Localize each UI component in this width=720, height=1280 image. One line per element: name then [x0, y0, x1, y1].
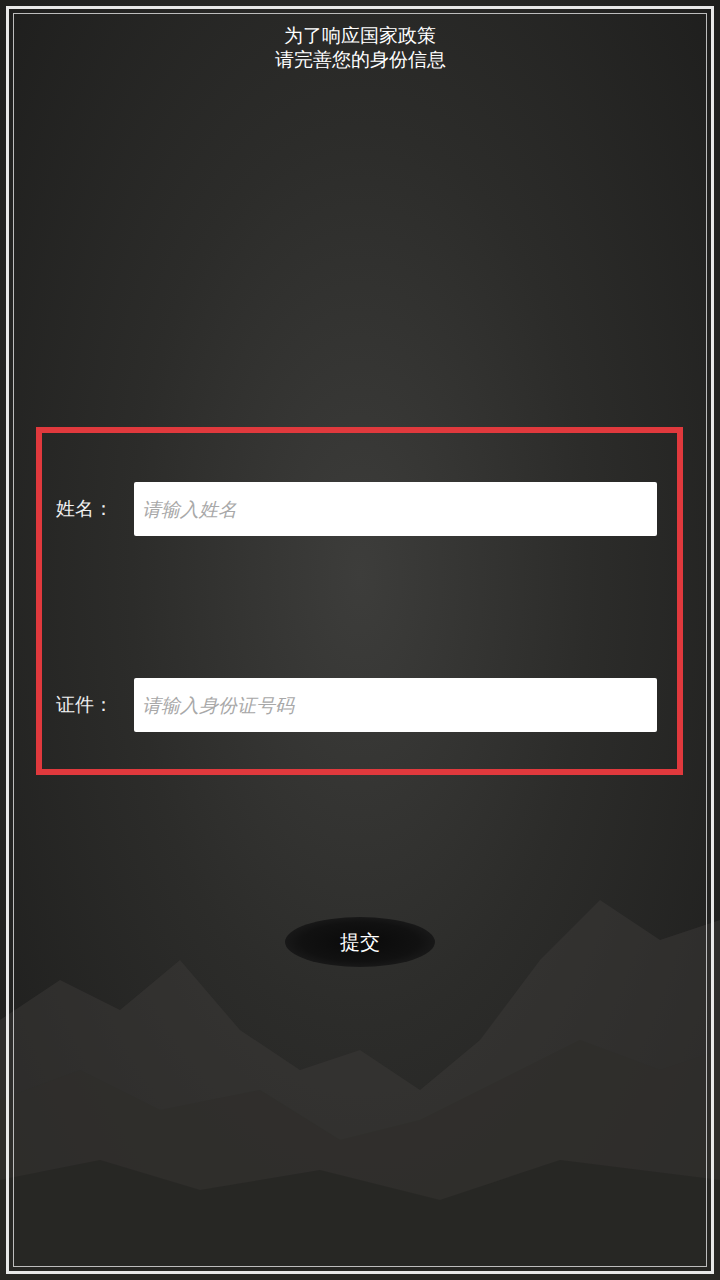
decorative-frame: 为了响应国家政策请完善您的身份信息姓名： 证件： 提交 — [6, 6, 714, 1274]
header-text: 请完善您的身份信息 — [275, 47, 446, 71]
field-label: 证件： — [42, 692, 134, 718]
form-field: 证件： — [42, 678, 657, 732]
header-text: 为了响应国家政策 — [284, 23, 436, 47]
submit-area: 提交 — [9, 917, 711, 967]
text-input[interactable] — [134, 482, 657, 536]
landscape-background — [0, 840, 720, 1280]
submit-button[interactable]: 提交 — [285, 917, 435, 967]
field-label: 姓名： — [42, 496, 134, 522]
form-field: 姓名： — [42, 482, 657, 536]
verification-screen: 为了响应国家政策请完善您的身份信息姓名： 证件： 提交 — [0, 0, 720, 1280]
header: 为了响应国家政策请完善您的身份信息 — [9, 23, 711, 71]
text-input[interactable] — [134, 678, 657, 732]
identity-form: 姓名： 证件： — [36, 427, 683, 775]
